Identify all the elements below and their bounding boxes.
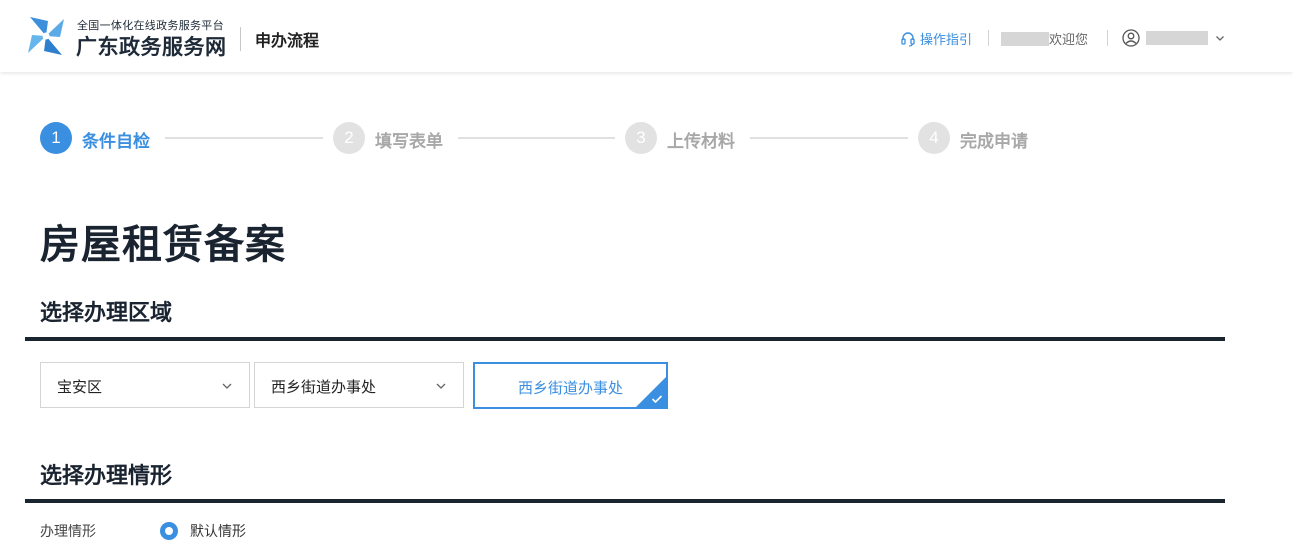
process-label: 申办流程 (255, 31, 320, 50)
step-connector (165, 137, 323, 139)
user-menu[interactable] (1122, 29, 1226, 47)
top-header: 全国一体化在线政务服务平台 广东政务服务网 申办流程 操作指引 欢迎您 (0, 0, 1293, 72)
street-select[interactable]: 西乡街道办事处 (254, 362, 464, 408)
situation-section-title: 选择办理情形 (40, 464, 173, 489)
welcome-text: 欢迎您 (1049, 33, 1089, 48)
default-situation-label: 默认情形 (190, 524, 246, 540)
chevron-down-icon (436, 383, 446, 389)
situation-field-label: 办理情形 (40, 524, 96, 540)
site-logo-title[interactable]: 广东政务服务网 (76, 31, 227, 61)
headset-icon (901, 31, 915, 47)
region-section-title: 选择办理区域 (40, 301, 173, 326)
section-divider (25, 499, 1225, 503)
chevron-down-icon (1216, 36, 1224, 41)
step-2-number: 2 (333, 122, 365, 154)
district-select[interactable]: 宝安区 (40, 362, 250, 408)
district-select-value: 宝安区 (57, 378, 103, 396)
masked-username (1001, 31, 1049, 46)
operation-guide-link[interactable]: 操作指引 (900, 29, 972, 48)
step-connector (750, 137, 908, 139)
step-1-number: 1 (40, 122, 72, 154)
pinwheel-logo-icon[interactable] (24, 13, 68, 59)
default-situation-radio[interactable]: 默认情形 (160, 521, 246, 541)
check-icon (651, 395, 663, 404)
welcome-message: 欢迎您 (1001, 29, 1088, 48)
page-title: 房屋租赁备案 (40, 222, 286, 268)
header-separator (1107, 30, 1108, 46)
header-separator (988, 30, 989, 46)
step-4-number: 4 (918, 122, 950, 154)
header-divider (240, 27, 241, 51)
step-3-label: 上传材料 (667, 132, 735, 152)
radio-selected-icon (160, 522, 178, 540)
masked-account-name (1146, 31, 1208, 45)
step-1-label: 条件自检 (82, 132, 150, 152)
step-2-label: 填写表单 (375, 132, 443, 152)
step-3-number: 3 (625, 122, 657, 154)
step-4-label: 完成申请 (960, 132, 1028, 152)
user-circle-icon (1122, 29, 1140, 47)
section-divider (25, 337, 1225, 341)
chevron-down-icon (222, 383, 232, 389)
selected-office-card[interactable]: 西乡街道办事处 (473, 362, 668, 409)
step-connector (458, 137, 615, 139)
street-select-value: 西乡街道办事处 (271, 378, 377, 396)
operation-guide-label: 操作指引 (920, 33, 973, 48)
